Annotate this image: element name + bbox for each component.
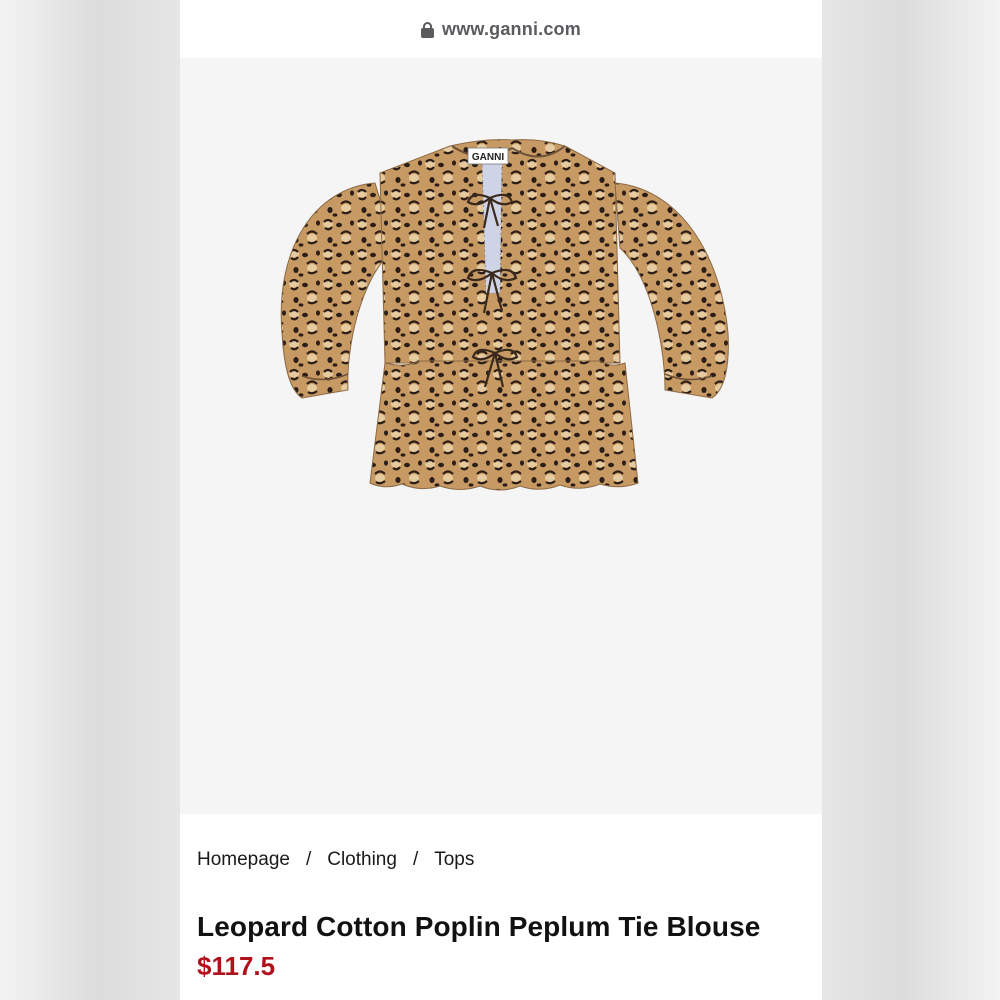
blouse-image: GANNI <box>280 139 729 491</box>
breadcrumb-clothing[interactable]: Clothing <box>327 849 397 871</box>
url-bar[interactable]: www.ganni.com <box>180 0 822 58</box>
breadcrumb-separator: / <box>412 849 419 870</box>
label-tag-text: GANNI <box>472 152 504 163</box>
breadcrumb-separator: / <box>305 849 312 870</box>
mobile-page: www.ganni.com GANNI Homepage / Clothing … <box>180 0 822 1000</box>
product-image[interactable]: GANNI <box>180 58 822 814</box>
url-text: www.ganni.com <box>442 18 581 39</box>
breadcrumb-homepage[interactable]: Homepage <box>197 849 290 871</box>
product-title: Leopard Cotton Poplin Peplum Tie Blouse <box>197 911 761 942</box>
background-right <box>822 0 1000 1000</box>
lock-icon <box>421 22 435 38</box>
breadcrumb-tops[interactable]: Tops <box>434 849 474 871</box>
background-left <box>0 0 180 1000</box>
breadcrumb: Homepage / Clothing / Tops <box>197 849 474 871</box>
product-price: $117.5 <box>197 951 276 981</box>
